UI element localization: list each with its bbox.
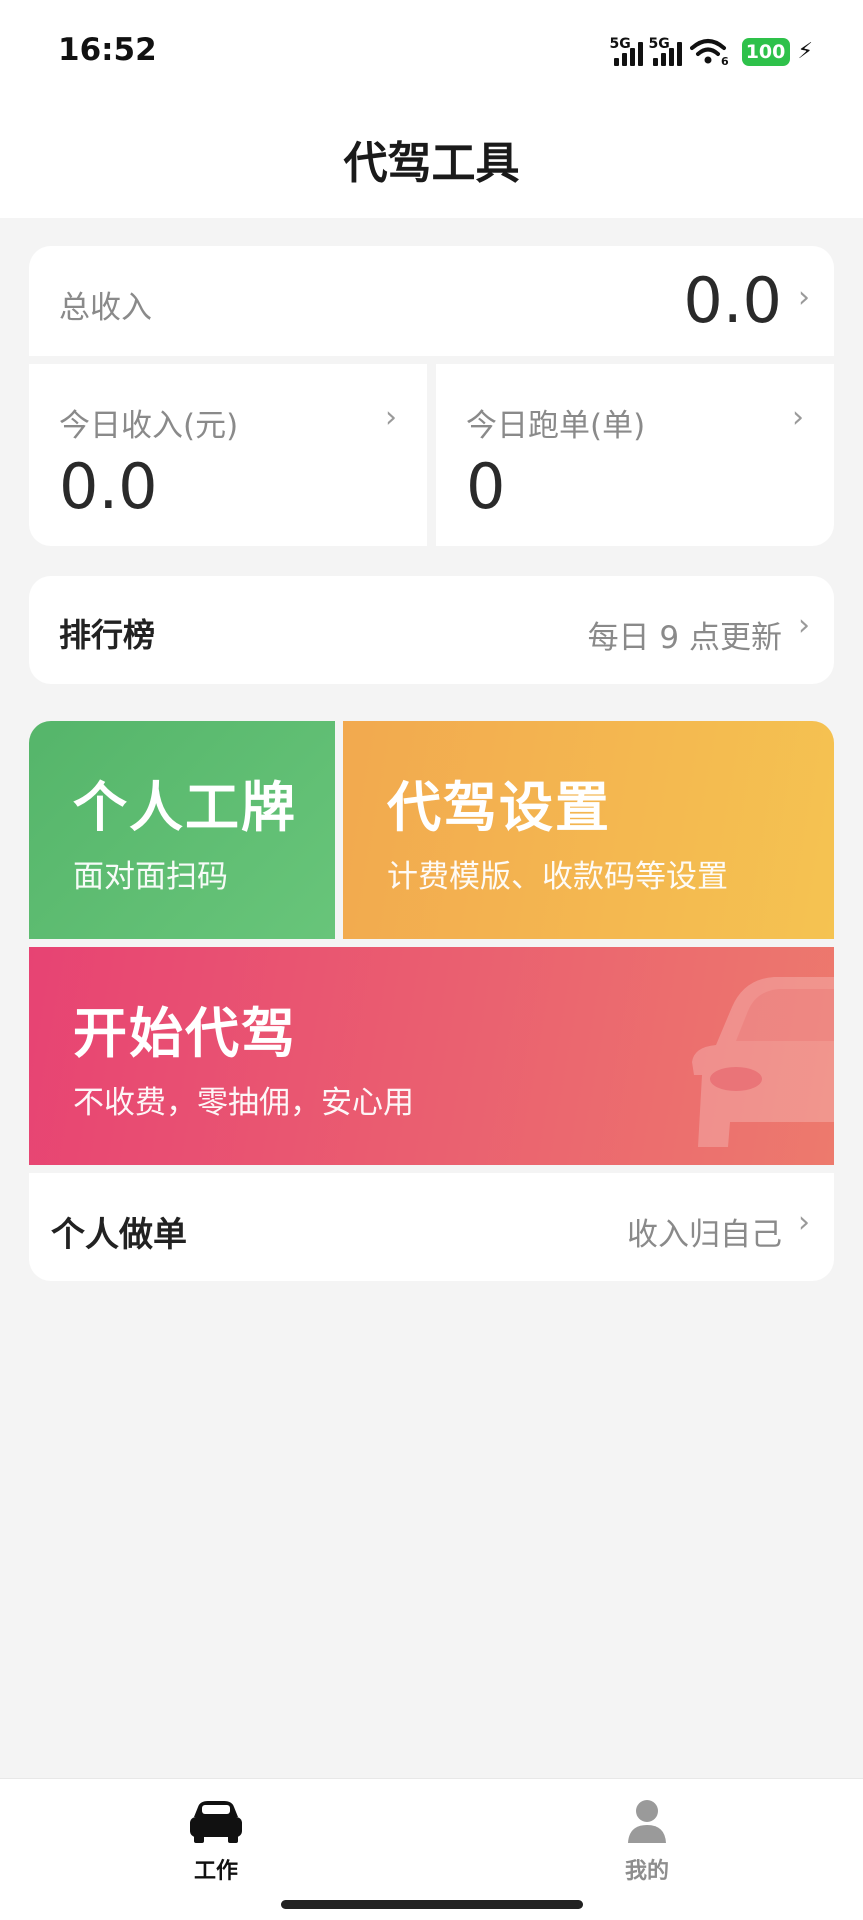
personal-order-title: 个人做单 (51, 1215, 187, 1255)
driving-settings-tile[interactable]: 代驾设置 计费模版、收款码等设置 (343, 721, 834, 939)
tab-mine-label: 我的 (624, 1859, 669, 1884)
today-income-value: 0.0 (59, 450, 158, 523)
personal-badge-subtitle: 面对面扫码 (73, 859, 228, 895)
ranking-title: 排行榜 (59, 616, 156, 654)
chevron-right-icon: › (385, 400, 397, 435)
today-orders-value: 0 (466, 450, 506, 523)
chevron-right-icon: › (798, 1205, 810, 1240)
start-driving-tile[interactable]: 开始代驾 不收费，零抽佣，安心用 (29, 947, 834, 1165)
home-indicator (281, 1900, 583, 1909)
ranking-row[interactable]: 排行榜 每日 9 点更新 › (29, 576, 834, 684)
total-income-card[interactable]: 总收入 0.0 › (29, 246, 834, 356)
personal-badge-tile[interactable]: 个人工牌 面对面扫码 (29, 721, 335, 939)
cellular-signal-icon: 5G (610, 36, 643, 66)
driving-settings-title: 代驾设置 (387, 776, 611, 839)
driving-settings-subtitle: 计费模版、收款码等设置 (387, 859, 728, 895)
network-type-label-2: 5G (648, 36, 670, 52)
today-orders-card[interactable]: 今日跑单(单) 0 › (436, 364, 834, 546)
status-icons: 5G 5G 6 100 ⚡ (610, 34, 813, 66)
start-driving-subtitle: 不收费，零抽佣，安心用 (73, 1085, 414, 1121)
personal-badge-title: 个人工牌 (73, 776, 297, 839)
total-income-value: 0.0 (683, 264, 782, 337)
start-driving-title: 开始代驾 (73, 1002, 297, 1065)
chevron-right-icon: › (798, 280, 810, 315)
charging-icon: ⚡ (797, 39, 813, 64)
tab-mine[interactable]: 我的 (587, 1797, 707, 1885)
network-type-label: 5G (609, 36, 631, 52)
total-income-label: 总收入 (59, 290, 152, 326)
today-orders-label: 今日跑单(单) (466, 408, 646, 444)
personal-order-note: 收入归自己 (627, 1217, 782, 1253)
tab-work-label: 工作 (193, 1859, 238, 1884)
chevron-right-icon: › (792, 400, 804, 435)
today-income-card[interactable]: 今日收入(元) 0.0 › (29, 364, 427, 546)
page-title: 代驾工具 (343, 138, 520, 189)
status-bar: 16:52 5G 5G 6 100 ⚡ (0, 0, 863, 100)
chevron-right-icon: › (798, 608, 810, 643)
app-header: 代驾工具 (0, 100, 863, 218)
today-income-label: 今日收入(元) (59, 408, 239, 444)
bottom-nav: 工作 我的 (0, 1778, 863, 1920)
ranking-update-note: 每日 9 点更新 (587, 620, 782, 656)
wifi-icon: 6 (689, 39, 729, 66)
car-icon (190, 1801, 242, 1843)
person-icon (628, 1800, 666, 1843)
cellular-signal-icon-2: 5G (649, 36, 682, 66)
personal-order-row[interactable]: 个人做单 收入归自己 › (29, 1173, 834, 1281)
tab-work[interactable]: 工作 (156, 1797, 276, 1885)
car-icon (692, 977, 834, 1147)
battery-indicator: 100 (741, 38, 790, 66)
wifi-badge: 6 (721, 55, 729, 66)
status-time: 16:52 (58, 32, 157, 68)
